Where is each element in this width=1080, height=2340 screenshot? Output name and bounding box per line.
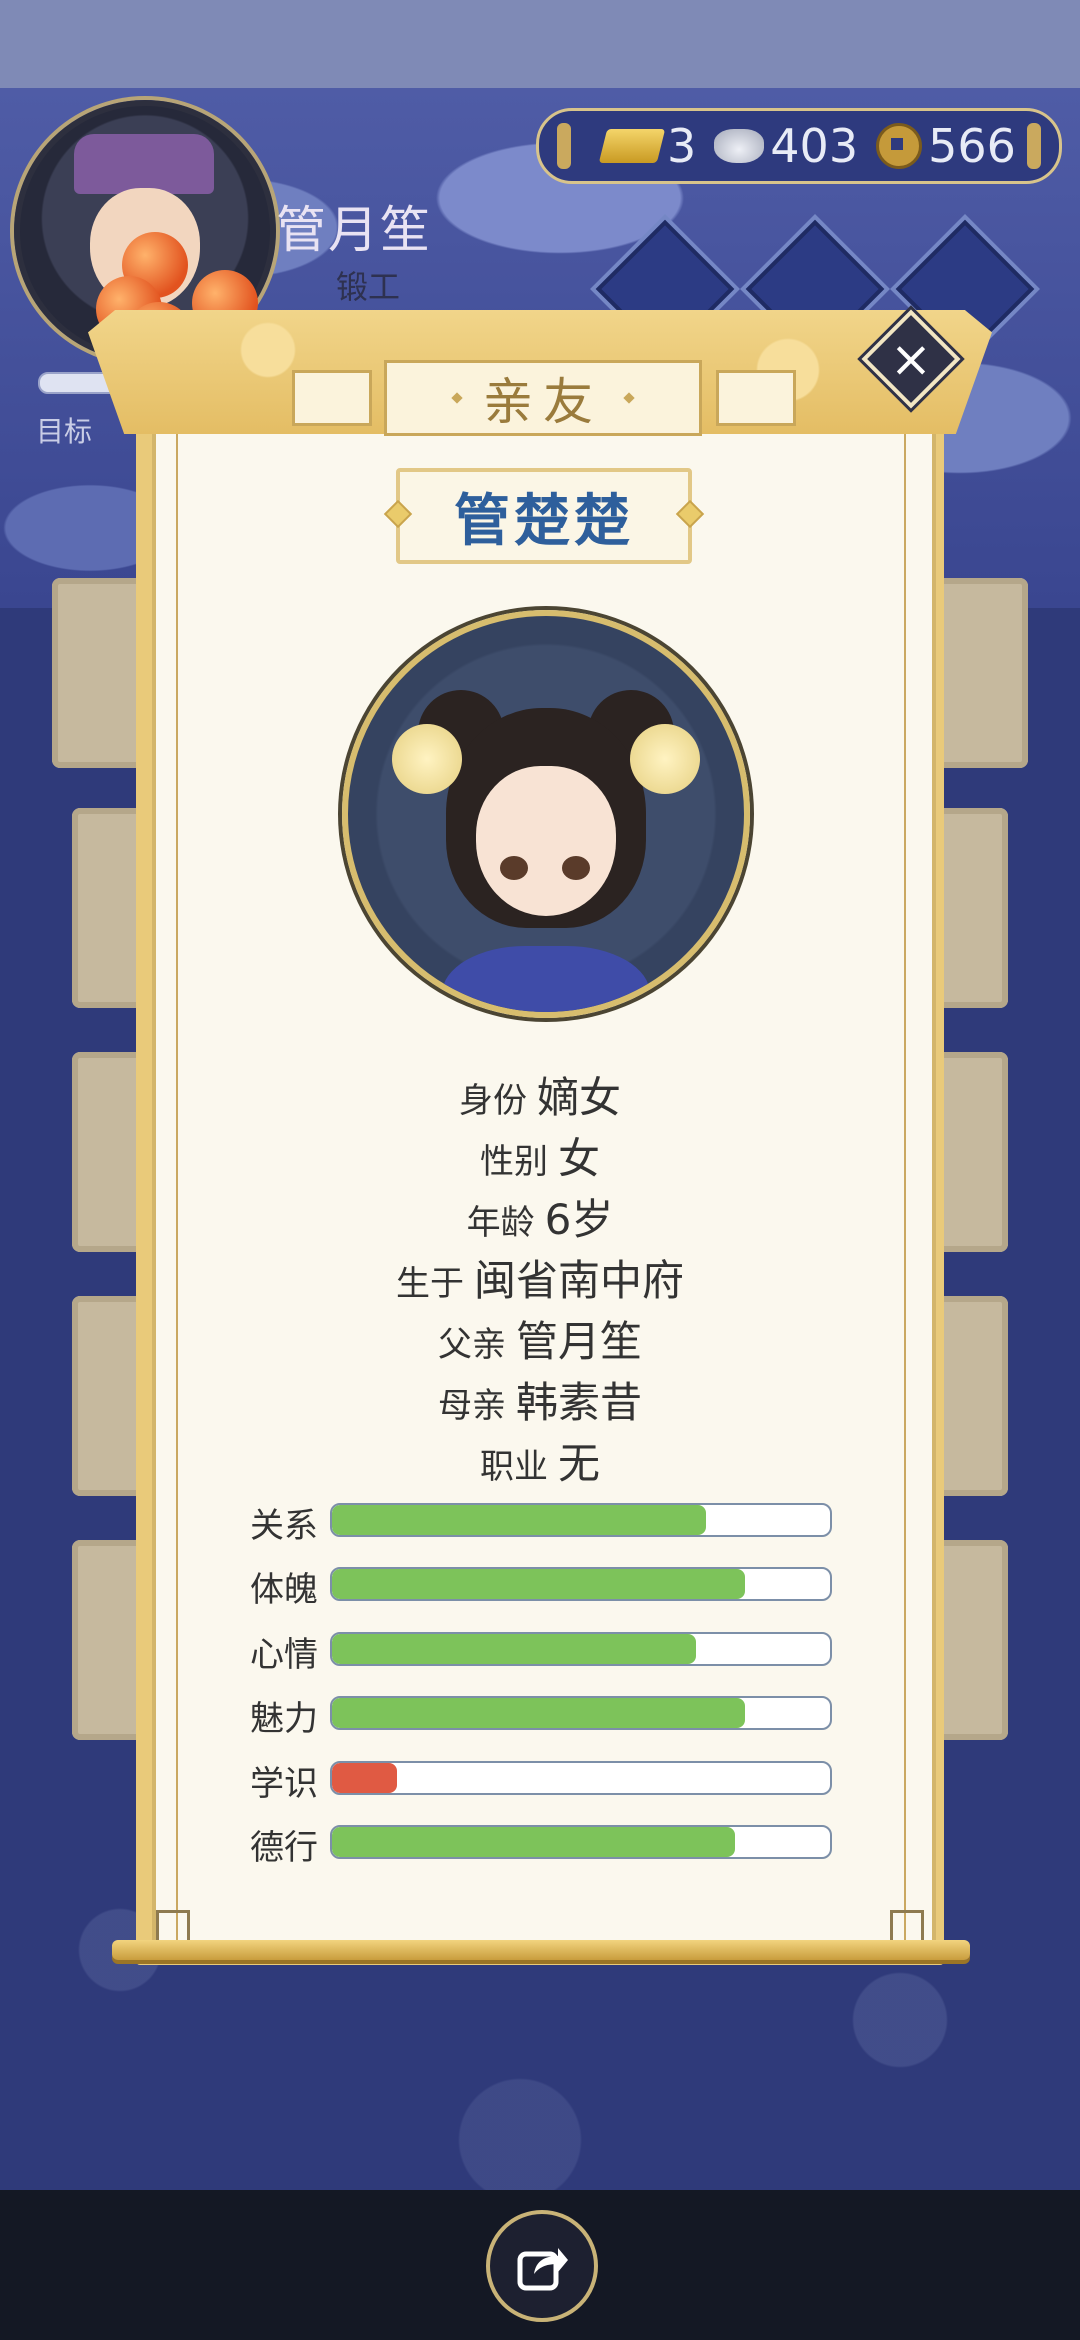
- diamond-ornament: [623, 392, 635, 404]
- character-name: 管楚楚: [454, 487, 634, 554]
- info-value: 6岁: [544, 1195, 614, 1244]
- info-key: 身份: [458, 1081, 527, 1121]
- header-side-panel: [292, 370, 372, 426]
- stat-label-virtue: 德行: [250, 1828, 318, 1868]
- stat-bar-physique: [330, 1567, 832, 1601]
- player-name: 管月笙: [276, 201, 432, 259]
- info-key: 性别: [479, 1142, 548, 1182]
- stat-fill: [332, 1569, 746, 1599]
- info-row-gender: 性别女: [0, 1125, 1080, 1186]
- player-job: 锻工: [336, 268, 401, 306]
- hair-flower-icon: [392, 724, 462, 794]
- stat-bar-virtue: [330, 1825, 832, 1859]
- info-value: 管月笙: [515, 1317, 642, 1366]
- info-value: 嫡女: [536, 1073, 621, 1122]
- stat-label-knowledge: 学识: [250, 1764, 318, 1804]
- stat-fill: [332, 1763, 397, 1793]
- info-key: 母亲: [437, 1386, 506, 1426]
- info-key: 父亲: [437, 1325, 506, 1365]
- dialog-title: 亲友: [483, 373, 603, 431]
- hair-flower-icon: [630, 724, 700, 794]
- info-row-identity: 身份 嫡女: [0, 1064, 1080, 1125]
- stat-bar-mood: [330, 1632, 832, 1666]
- share-button[interactable]: [486, 2210, 598, 2322]
- diamond-ornament: [451, 392, 463, 404]
- header-side-panel: [716, 370, 796, 426]
- close-icon: ×: [890, 330, 932, 388]
- silver-ingot-icon: [714, 129, 765, 163]
- info-key: 年龄: [466, 1203, 535, 1243]
- corner-ornament: [156, 1910, 190, 1944]
- robe: [442, 946, 650, 1012]
- dialog-title-plaque: 亲友: [384, 360, 702, 436]
- hat-decoration: [74, 134, 214, 194]
- copper-coin-icon: [876, 123, 923, 169]
- info-row-mother: 母亲 韩素昔: [0, 1369, 1080, 1430]
- character-face: [476, 766, 616, 916]
- silver-count: 403: [770, 119, 859, 173]
- goal-label[interactable]: 目标: [36, 410, 92, 450]
- share-icon: [517, 2248, 568, 2291]
- info-row-birthplace: 生于 闽省南中府: [0, 1247, 1080, 1308]
- gold-count: 3: [667, 119, 697, 173]
- bamboo-icon: [1027, 123, 1041, 169]
- stat-label-mood: 心情: [250, 1635, 318, 1675]
- gold-ingot-icon: [598, 129, 666, 163]
- status-bar-area: [0, 0, 1080, 88]
- info-value: 无: [557, 1439, 600, 1488]
- character-portrait: [342, 610, 750, 1018]
- info-value: 闽省南中府: [473, 1256, 684, 1305]
- info-value: 韩素昔: [515, 1378, 642, 1427]
- scroll-rod: [112, 1940, 970, 1960]
- stat-fill: [332, 1827, 736, 1857]
- stat-bar-relationship: [330, 1503, 832, 1537]
- info-row-father: 父亲 管月笙: [0, 1308, 1080, 1369]
- currency-bar: 3 403 566: [536, 108, 1062, 184]
- bamboo-icon: [557, 123, 571, 169]
- eye: [562, 856, 590, 880]
- info-key: 生于: [395, 1264, 464, 1304]
- stat-label-physique: 体魄: [250, 1570, 318, 1610]
- character-name-plate: 管楚楚: [383, 468, 705, 564]
- stat-label-relationship: 关系: [250, 1506, 318, 1546]
- stat-bar-charm: [330, 1696, 832, 1730]
- info-row-age: 年龄 6岁: [0, 1186, 1080, 1247]
- stat-fill: [332, 1634, 696, 1664]
- stat-bar-knowledge: [330, 1761, 832, 1795]
- info-value: 女: [557, 1134, 600, 1183]
- stat-fill: [332, 1698, 746, 1728]
- corner-ornament: [890, 1910, 924, 1944]
- stat-fill: [332, 1505, 706, 1535]
- eye: [500, 856, 528, 880]
- coin-count: 566: [928, 119, 1016, 173]
- info-key: 职业: [479, 1447, 548, 1487]
- stat-label-charm: 魅力: [250, 1699, 318, 1739]
- info-row-occupation: 职业无: [0, 1430, 1080, 1491]
